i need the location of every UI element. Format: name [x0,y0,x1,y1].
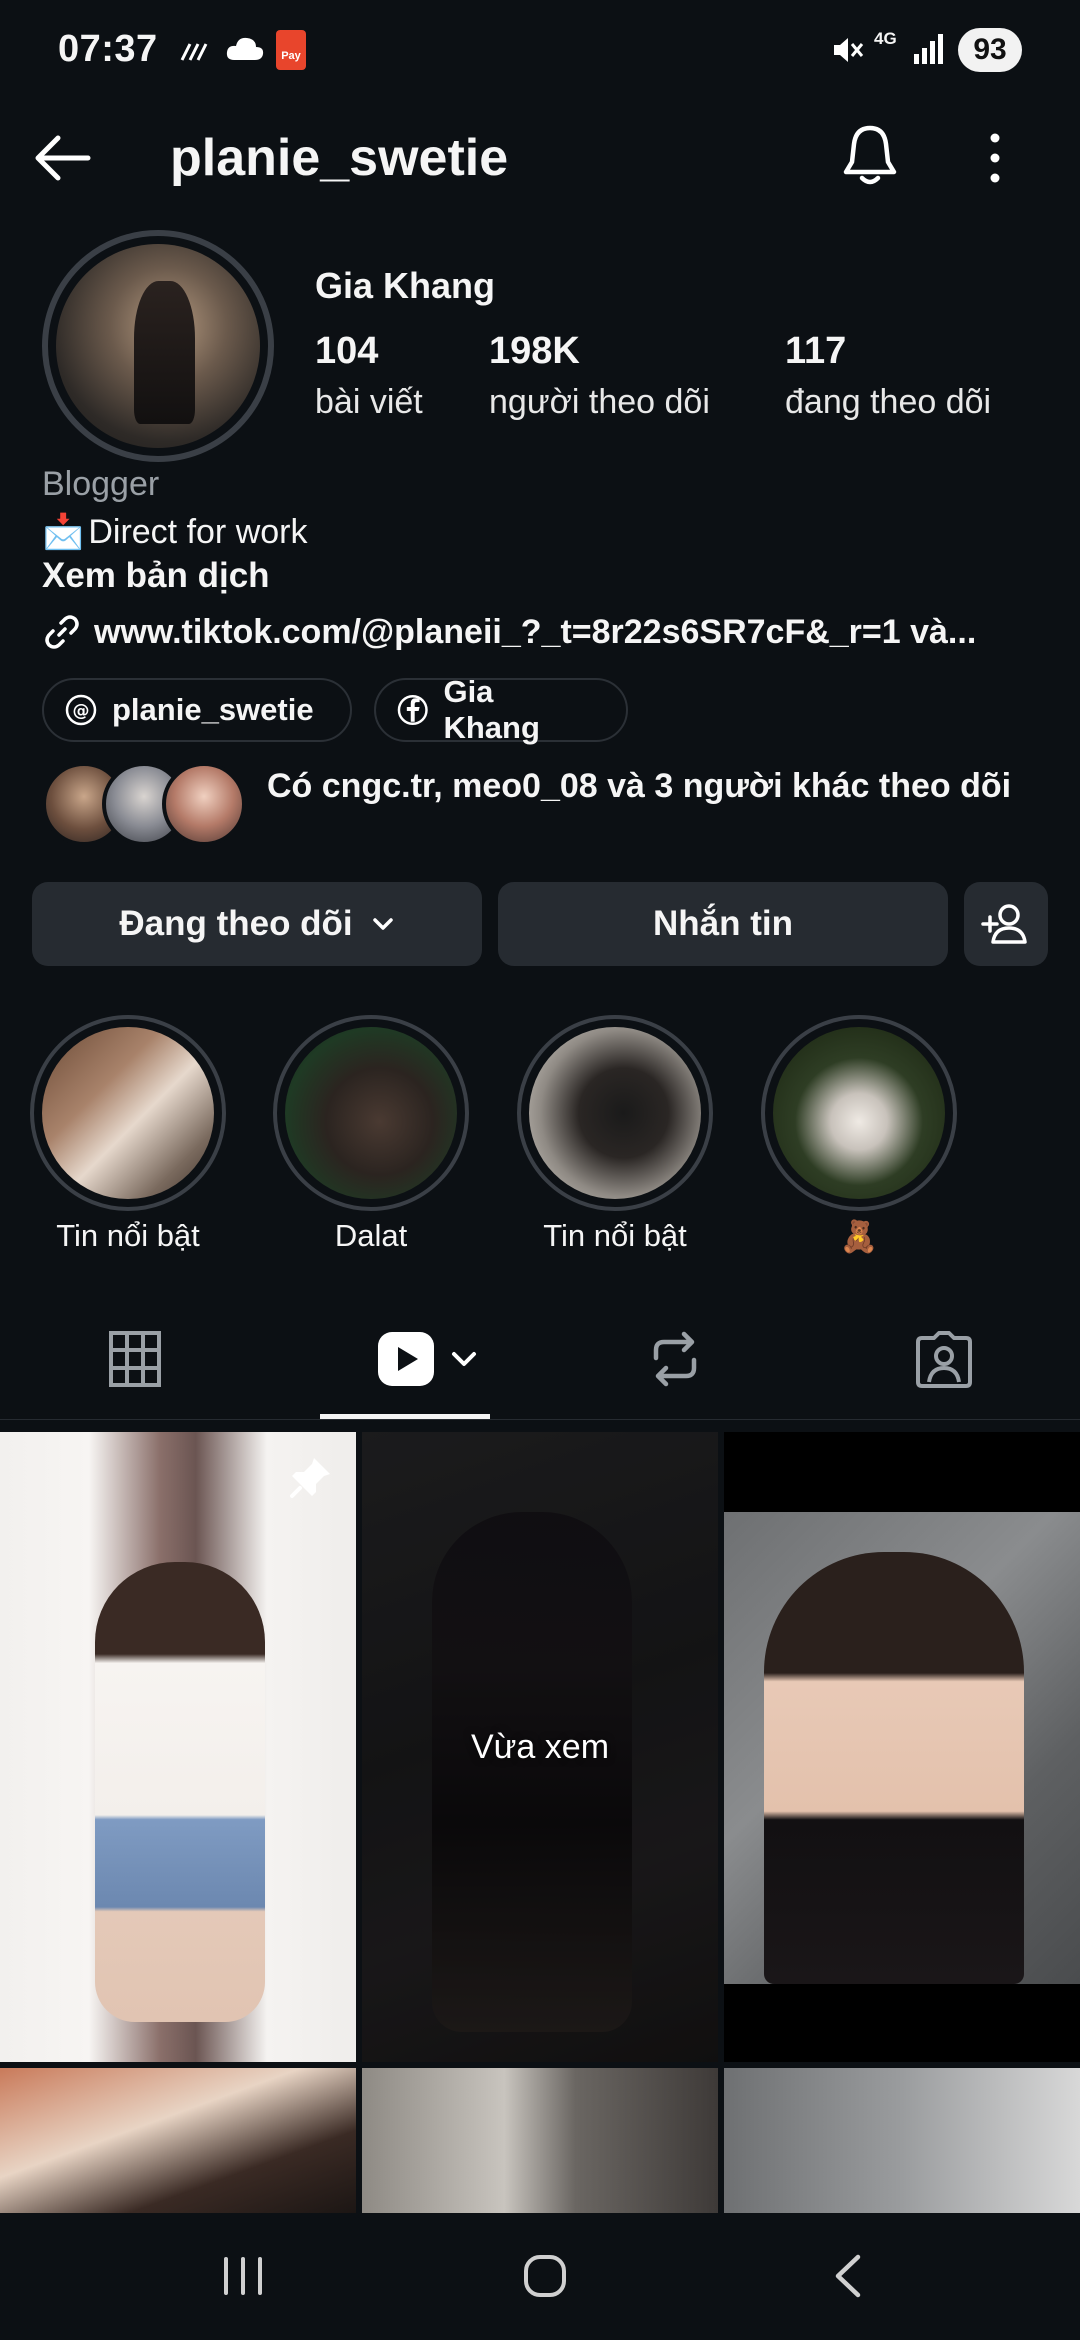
posts-count: 104 [315,330,379,372]
watched-label: Vừa xem [470,1727,610,1766]
facebook-name: Gia Khang [443,674,540,745]
profile-screen: 07:37 Pay 4G 93 planie_swetie Gia Khang … [0,0,1080,2340]
following-button-label: Đang theo dõi [119,904,353,943]
highlight-item[interactable] [30,1015,226,1211]
pay-label: Pay [281,50,301,62]
highlight-cover [529,1027,701,1199]
highlight-item[interactable] [761,1015,957,1211]
website-text: www.tiktok.com/@planeii_?_t=8r22s6SR7cF&… [94,612,977,651]
data-activity-icon [180,40,216,64]
mute-icon [830,32,866,68]
message-button[interactable]: Nhắn tin [498,882,948,966]
recent-apps-icon [224,2257,262,2295]
grid-post[interactable] [0,1432,356,2062]
watched-overlay: Vừa xem [362,1432,718,2062]
avatar-image [56,244,260,448]
post-figure [764,1552,1024,1984]
followers-count: 198K [489,330,580,372]
more-options-button[interactable] [980,128,1010,188]
bio-line: 📩 Direct for work [42,512,307,552]
network-type: 4G [874,29,897,48]
mutual-followers-text[interactable]: Có cngc.tr, meo0_08 và 3 người khác theo… [267,766,1047,806]
followers-label: người theo dõi [489,383,710,421]
chevron-down-icon [452,1352,476,1366]
add-user-button[interactable] [964,882,1048,966]
grid-post[interactable] [0,2068,356,2213]
svg-text:@: @ [73,701,90,721]
back-chevron-icon [835,2254,861,2298]
facebook-icon [397,694,428,726]
active-tab-indicator [320,1414,490,1419]
threads-icon: @ [65,694,97,726]
following-label: đang theo dõi [785,383,992,421]
bio-text: Direct for work [88,512,308,551]
website-link[interactable]: www.tiktok.com/@planeii_?_t=8r22s6SR7cF&… [42,612,1042,652]
signal-icon [912,30,946,66]
home-icon [524,2255,566,2297]
arrow-left-icon [35,135,91,181]
system-nav-bar [0,2213,1080,2340]
highlight-item[interactable] [273,1015,469,1211]
highlight-label: Tin nổi bật [56,1218,200,1253]
post-figure [95,1562,265,2022]
reels-icon [378,1332,434,1386]
grid-post[interactable] [362,2068,718,2213]
tab-grid[interactable] [108,1330,162,1388]
profile-avatar[interactable] [42,230,274,462]
posts-label: bài viết [315,383,423,421]
bell-icon [843,125,897,185]
bio-category: Blogger [42,465,160,503]
repost-icon [653,1331,697,1387]
tabs-divider [0,1419,1080,1420]
highlight-cover [773,1027,945,1199]
chevron-down-icon [372,918,393,930]
threads-username: planie_swetie [112,692,314,727]
grid-post[interactable] [724,1432,1080,2062]
highlight-cover [42,1027,214,1199]
cloud-icon [224,34,266,64]
tagged-icon [916,1331,972,1388]
grid-post[interactable] [724,2068,1080,2213]
following-stat[interactable]: 117 đang theo dõi [785,330,991,422]
back-button[interactable] [30,126,94,190]
inbox-emoji-icon: 📩 [42,513,85,551]
home-button[interactable] [522,2253,568,2299]
status-time: 07:37 [58,28,158,70]
page-title: planie_swetie [170,129,509,187]
highlight-cover [285,1027,457,1199]
following-count: 117 [785,330,847,372]
posts-stat[interactable]: 104 bài viết [315,330,423,422]
mutual-followers-avatars[interactable] [42,762,247,846]
highlight-item[interactable] [517,1015,713,1211]
nav-back-button[interactable] [830,2253,866,2299]
grid-post[interactable]: Vừa xem [362,1432,718,2062]
translate-link[interactable]: Xem bản dịch [42,556,270,596]
shopee-pay-icon: Pay [276,30,306,70]
notifications-button[interactable] [838,122,902,188]
post-image [724,1512,1080,1984]
highlight-label: Tin nổi bật [543,1218,687,1253]
full-name: Gia Khang [315,265,496,306]
followers-stat[interactable]: 198K người theo dõi [489,330,710,422]
tab-reels[interactable] [376,1330,478,1388]
threads-chip[interactable]: @ planie_swetie [42,678,352,742]
highlight-label: 🧸 [839,1219,879,1254]
link-icon [45,615,79,649]
highlight-label: Dalat [334,1218,408,1253]
facebook-chip[interactable]: Gia Khang [374,674,628,745]
tab-reposts[interactable] [648,1330,702,1388]
add-user-icon [981,904,1027,944]
mutual-avatar [162,762,246,846]
pinned-icon [290,1458,330,1498]
message-button-label: Nhắn tin [653,904,793,943]
more-vertical-icon [990,133,1000,183]
battery-level: 93 [958,28,1022,72]
recent-apps-button[interactable] [218,2255,268,2297]
grid-icon [109,1331,161,1387]
tab-tagged[interactable] [914,1330,974,1388]
following-button[interactable]: Đang theo dõi [32,882,482,966]
